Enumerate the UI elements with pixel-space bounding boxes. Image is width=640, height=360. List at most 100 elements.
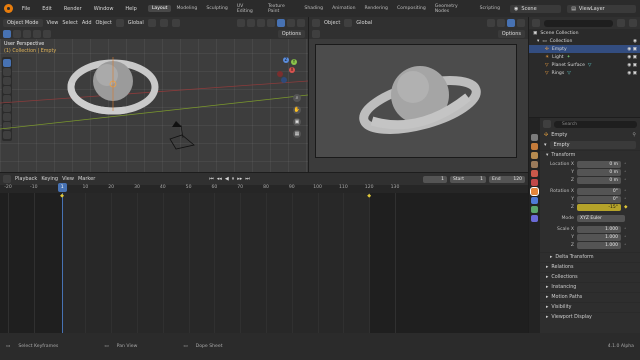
outliner-collection[interactable]: ▾ ▭ Collection ◉ [529,37,640,45]
menu-render[interactable]: Render [61,5,85,13]
keyframe-dot-icon[interactable]: ◦ [624,227,627,232]
object-datablock-field[interactable]: Empty [549,141,636,149]
camera-overlay-icon[interactable] [497,19,505,27]
collections-panel-header[interactable]: ▸ Collections [540,272,640,282]
camera-tool-icon[interactable] [312,30,320,38]
outliner-filter-icon[interactable] [617,19,625,27]
tab-geometry-nodes[interactable]: Geometry Nodes [431,3,475,15]
timeline-menu-playback[interactable]: Playback [15,176,37,182]
timeline-menu-keying[interactable]: Keying [41,176,58,182]
location-x-field[interactable]: 0 m [577,160,621,168]
rotation-y-field[interactable]: 0° [577,195,621,203]
outliner-item-planet-surface[interactable]: ▽ Planet Surface ▽ ◉ ▣ [529,61,640,69]
item-visibility-icon[interactable]: ◉ ▣ [627,55,640,60]
delta-transform-header[interactable]: ▸ Delta Transform [540,252,640,262]
keyframe-diamond-icon[interactable]: ◆ [624,205,628,210]
tab-constraints-icon[interactable] [531,206,538,213]
outliner-item-empty[interactable]: ✣ Empty ◉ ▣ [529,45,640,53]
zoom-icon[interactable]: ⌕ [293,94,301,102]
outliner-search-input[interactable] [544,19,613,27]
tab-rendering[interactable]: Rendering [361,5,392,12]
tab-shading[interactable]: Shading [300,5,327,12]
tab-data-icon[interactable] [531,215,538,222]
timeline-ruler[interactable]: -20-101102030405060708090100110120130 [0,185,528,193]
gizmo-neg-x-icon[interactable] [277,71,283,77]
keyframe-dot-icon[interactable]: ◦ [624,197,627,202]
tab-scene-icon[interactable] [531,170,538,177]
visibility-panel-header[interactable]: ▸ Visibility [540,302,640,312]
camera-orientation-icon[interactable] [344,19,353,27]
rotation-z-field[interactable]: -15° [577,203,621,211]
ortho-toggle-icon[interactable]: ▦ [293,130,301,138]
properties-editor-icon[interactable] [543,120,551,128]
keyframe-diamond-icon[interactable]: ◆ [60,193,64,199]
prev-keyframe-icon[interactable]: ◂◂ [217,176,222,182]
timeline-body[interactable]: ◆ ◆ [0,193,528,333]
play-reverse-icon[interactable]: ◀ [225,176,229,182]
camera-solid-icon[interactable] [507,19,515,27]
end-frame-field[interactable]: End 120 [489,175,525,183]
camera-menu-object[interactable]: Object [324,20,340,26]
scene-selector[interactable]: ◉ Scene [510,4,562,13]
menu-help[interactable]: Help [122,5,139,13]
navigation-gizmo[interactable]: X Z Y [271,55,301,85]
item-visibility-icon[interactable]: ◉ ▣ [627,47,640,52]
jump-end-icon[interactable]: ⏭ [245,176,250,182]
timeline-menu-view[interactable]: View [62,176,74,182]
item-visibility-icon[interactable]: ◉ ▣ [627,71,640,76]
location-z-field[interactable]: 0 m [577,176,621,184]
outliner-item-rings[interactable]: ▽ Rings ▽ ◉ ▣ [529,69,640,77]
tab-animation[interactable]: Animation [328,5,359,12]
camera-options-button[interactable]: Options [497,30,525,38]
outliner-display-mode-icon[interactable] [532,19,540,27]
instancing-panel-header[interactable]: ▸ Instancing [540,282,640,292]
new-collection-icon[interactable] [629,19,637,27]
tab-world-icon[interactable] [531,179,538,186]
tab-modeling[interactable]: Modeling [172,5,201,12]
tab-object-icon[interactable] [530,187,539,196]
current-frame-field[interactable]: 1 [423,175,447,183]
camera-viewport[interactable]: Object Global Options [309,17,528,172]
scale-x-field[interactable]: 1.000 [577,225,621,233]
rotation-x-field[interactable]: 0° [577,187,621,195]
location-y-field[interactable]: 0 m [577,168,621,176]
timeline-editor-icon[interactable] [3,175,11,183]
camera-view-icon[interactable]: ▣ [293,118,301,126]
viewport-display-panel-header[interactable]: ▸ Viewport Display [540,312,640,322]
scale-y-field[interactable]: 1.000 [577,233,621,241]
gizmo-neg-z-icon[interactable] [281,77,287,83]
pin-icon[interactable]: ⚲ [632,132,636,138]
rotation-mode-dropdown[interactable]: XYZ Euler [577,214,625,222]
gizmo-x-icon[interactable]: X [289,67,295,73]
pause-icon[interactable]: ⏸ [232,176,235,182]
editor-type-icon[interactable] [312,19,320,27]
tab-tool-icon[interactable] [531,134,538,141]
gizmo-z-icon[interactable]: Z [283,57,289,63]
timeline[interactable]: Playback Keying View Marker ⏮ ◂◂ ◀ ⏸ ▸▸ … [0,173,528,333]
expand-chevron-icon[interactable]: ▾ [537,39,539,44]
tab-view-layer-icon[interactable] [531,161,538,168]
timeline-menu-marker[interactable]: Marker [78,176,95,182]
keyframe-dot-icon[interactable]: ◦ [624,243,627,248]
gizmo-y-icon[interactable]: Y [291,59,297,65]
menu-window[interactable]: Window [91,5,117,13]
pan-hand-icon[interactable]: ✋ [293,106,301,114]
end-keyframe-icon[interactable]: ◆ [367,193,371,199]
keyframe-dot-icon[interactable]: ◦ [624,178,627,183]
tab-compositing[interactable]: Compositing [393,5,430,12]
item-visibility-icon[interactable]: ◉ ▣ [627,63,640,68]
outliner-scene-collection[interactable]: ▣ Scene Collection [529,29,640,37]
collection-visibility-icon[interactable]: ◉ [633,39,640,44]
tab-sculpting[interactable]: Sculpting [202,5,231,12]
blender-logo-icon[interactable] [4,4,13,13]
tab-physics-icon[interactable] [531,197,538,204]
keyframe-dot-icon[interactable]: ◦ [624,162,627,167]
camera-orientation-dropdown[interactable]: Global [356,20,372,26]
outliner-item-light[interactable]: ☀ Light ✦ ◉ ▣ [529,53,640,61]
properties-search-input[interactable]: Search [554,120,637,128]
3d-viewport[interactable]: Object Mode View Select Add Object Globa… [0,17,308,172]
transform-panel-header[interactable]: ▾ Transform [540,150,640,160]
relations-panel-header[interactable]: ▸ Relations [540,262,640,272]
viewlayer-selector[interactable]: ▤ ViewLayer [567,4,636,13]
datablock-dropdown-icon[interactable]: ▾ [544,142,547,148]
